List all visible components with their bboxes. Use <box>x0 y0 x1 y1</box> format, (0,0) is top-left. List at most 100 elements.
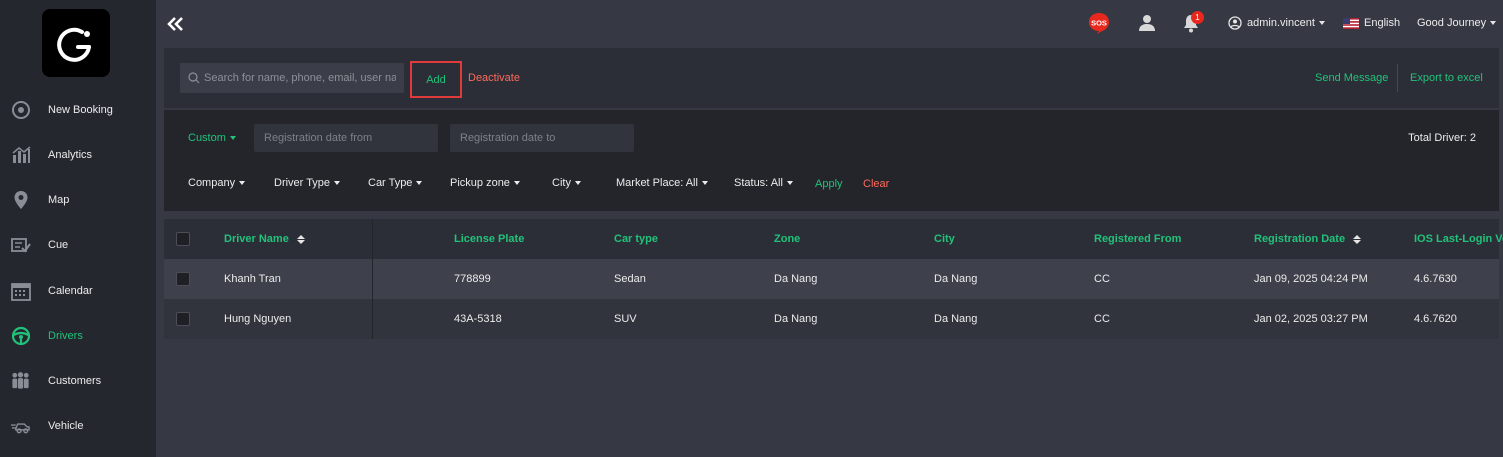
column-header-ios-last-login: IOS Last-Login Version <box>1414 233 1503 245</box>
profile-button[interactable] <box>1138 0 1156 46</box>
car-type-cell: Sedan <box>614 273 646 285</box>
map-pin-icon <box>10 190 31 211</box>
search-icon <box>188 72 200 84</box>
driver-name-cell[interactable]: Hung Nguyen <box>224 299 291 339</box>
sort-icon[interactable] <box>1353 234 1362 244</box>
filter-label: Status: All <box>734 177 783 189</box>
sidebar-item-drivers[interactable]: Drivers <box>0 321 156 351</box>
chevron-down-icon <box>239 181 246 186</box>
registration-date-from-input[interactable] <box>254 124 438 152</box>
date-range-dropdown[interactable]: Custom <box>188 132 236 144</box>
sidebar-item-customers[interactable]: Customers <box>0 366 156 396</box>
steering-wheel-icon <box>10 326 31 347</box>
sidebar-item-cue[interactable]: Cue <box>0 230 156 260</box>
column-divider <box>372 219 373 259</box>
sos-button[interactable]: SOS <box>1088 0 1110 46</box>
date-range-label: Custom <box>188 132 226 144</box>
notifications-button[interactable]: 1 <box>1182 0 1204 46</box>
sidebar-item-map[interactable]: Map <box>0 185 156 215</box>
filter-label: City <box>552 177 571 189</box>
status-filter-dropdown[interactable]: Status: All <box>734 177 793 189</box>
apply-button[interactable]: Apply <box>815 178 843 190</box>
sidebar-item-analytics[interactable]: Analytics <box>0 140 156 170</box>
chevron-down-icon <box>334 181 341 186</box>
total-driver-count: Total Driver: 2 <box>1408 132 1476 144</box>
user-name: admin.vincent <box>1247 17 1315 29</box>
registration-date-to-input[interactable] <box>450 124 634 152</box>
sidebar-item-calendar[interactable]: Calendar <box>0 276 156 306</box>
send-message-button[interactable]: Send Message <box>1315 72 1388 84</box>
sidebar-item-label: Map <box>48 194 70 206</box>
car-type-filter-dropdown[interactable]: Car Type <box>368 177 423 189</box>
column-header-driver-name[interactable]: Driver Name <box>224 219 305 259</box>
column-header-label: Driver Name <box>224 233 289 245</box>
ios-version-cell: 4.6.7630 <box>1414 273 1457 285</box>
chevron-down-icon <box>786 181 793 186</box>
driver-name-cell[interactable]: Khanh Tran <box>224 259 281 299</box>
add-button[interactable]: Add <box>410 61 462 98</box>
row-checkbox[interactable] <box>176 272 190 286</box>
city-filter-dropdown[interactable]: City <box>552 177 581 189</box>
company-selector[interactable]: Good Journey <box>1417 0 1497 46</box>
collapse-sidebar-button[interactable] <box>166 14 186 34</box>
city-cell: Da Nang <box>934 313 978 325</box>
zone-cell: Da Nang <box>774 313 818 325</box>
clear-button[interactable]: Clear <box>863 178 889 190</box>
logo-mark-icon <box>57 27 91 62</box>
user-profile-icon <box>1139 15 1155 31</box>
sort-icon[interactable] <box>296 234 305 244</box>
zone-cell: Da Nang <box>774 273 818 285</box>
sidebar-item-label: New Booking <box>48 104 113 116</box>
row-checkbox[interactable] <box>176 312 190 326</box>
analytics-icon <box>10 145 31 166</box>
sidebar-item-label: Vehicle <box>48 420 84 432</box>
pickup-zone-filter-dropdown[interactable]: Pickup zone <box>450 177 520 189</box>
sidebar-item-new-booking[interactable]: New Booking <box>0 95 156 125</box>
chevron-down-icon <box>1318 21 1325 25</box>
sos-label: SOS <box>1091 19 1107 28</box>
column-divider <box>372 299 373 339</box>
sidebar-item-label: Customers <box>48 375 102 387</box>
sidebar-item-label: Calendar <box>48 285 93 297</box>
search-box <box>180 63 404 93</box>
column-header-car-type: Car type <box>614 233 659 245</box>
calendar-icon <box>10 281 31 302</box>
column-header-label: Registration Date <box>1254 233 1346 245</box>
table-row[interactable]: Hung Nguyen 43A-5318 SUV Da Nang Da Nang… <box>164 299 1499 339</box>
license-plate-cell: 43A-5318 <box>454 313 502 325</box>
ios-version-cell: 4.6.7620 <box>1414 313 1457 325</box>
app-logo[interactable] <box>42 9 110 77</box>
sos-icon: SOS <box>1089 13 1109 34</box>
market-place-filter-dropdown[interactable]: Market Place: All <box>616 177 708 189</box>
user-menu[interactable]: admin.vincent <box>1228 0 1325 46</box>
search-input[interactable] <box>204 72 396 84</box>
driver-type-filter-dropdown[interactable]: Driver Type <box>274 177 341 189</box>
car-type-cell: SUV <box>614 313 637 325</box>
column-divider <box>372 259 373 299</box>
company-filter-dropdown[interactable]: Company <box>188 177 246 189</box>
sidebar-item-vehicle[interactable]: Vehicle <box>0 411 156 441</box>
export-excel-button[interactable]: Export to excel <box>1410 72 1483 84</box>
language-selector[interactable]: English <box>1343 0 1400 46</box>
select-all-checkbox[interactable] <box>176 232 190 246</box>
filter-panel: Custom Total Driver: 2 Company Driver Ty… <box>164 110 1499 211</box>
drivers-table: Driver Name License Plate Car type Zone … <box>164 219 1503 339</box>
registered-from-cell: CC <box>1094 273 1110 285</box>
action-bar: Add Deactivate Send Message Export to ex… <box>164 48 1499 108</box>
sidebar: New Booking Analytics Map Cue Calendar D… <box>0 0 156 457</box>
notification-badge: 1 <box>1191 11 1204 24</box>
divider <box>1397 64 1398 92</box>
user-circle-icon <box>1228 16 1242 30</box>
column-header-registration-date[interactable]: Registration Date <box>1254 219 1362 259</box>
filter-label: Market Place: All <box>616 177 698 189</box>
registered-from-cell: CC <box>1094 313 1110 325</box>
license-plate-cell: 778899 <box>454 273 491 285</box>
vehicle-icon <box>10 416 31 437</box>
table-row[interactable]: Khanh Tran 778899 Sedan Da Nang Da Nang … <box>164 259 1499 299</box>
table-header: Driver Name License Plate Car type Zone … <box>164 219 1503 259</box>
language-label: English <box>1364 17 1401 29</box>
deactivate-button[interactable]: Deactivate <box>468 72 520 84</box>
filter-label: Company <box>188 177 236 189</box>
sidebar-item-label: Analytics <box>48 149 93 161</box>
company-name: Good Journey <box>1417 17 1487 29</box>
